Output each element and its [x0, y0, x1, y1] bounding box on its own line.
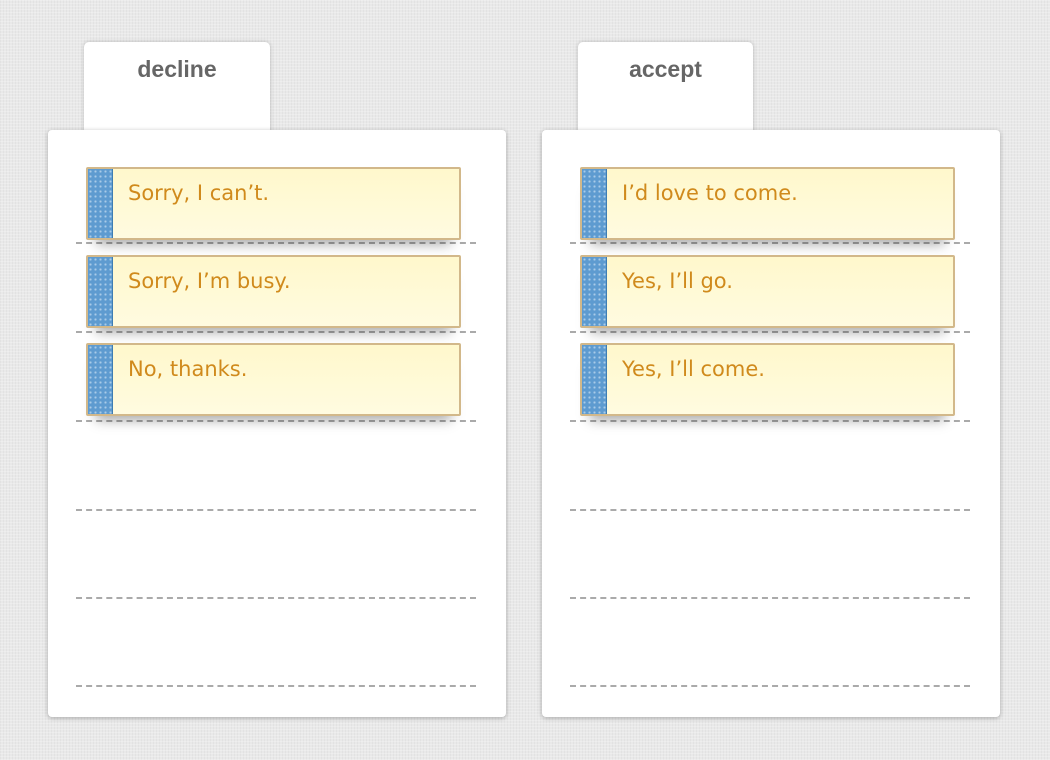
- slot-divider: [570, 242, 970, 244]
- draggable-card[interactable]: Sorry, I can’t.: [86, 167, 461, 240]
- tab-accept: accept: [578, 42, 753, 142]
- slot-divider: [570, 685, 970, 687]
- drag-handle-icon[interactable]: [88, 345, 113, 414]
- slot-divider: [76, 420, 476, 422]
- draggable-card[interactable]: Yes, I’ll go.: [580, 255, 955, 328]
- slot-divider: [570, 509, 970, 511]
- slot-divider: [76, 597, 476, 599]
- slot-divider: [570, 597, 970, 599]
- slot-divider: [570, 331, 970, 333]
- drag-handle-icon[interactable]: [88, 169, 113, 238]
- drag-handle-icon[interactable]: [582, 169, 607, 238]
- draggable-card[interactable]: I’d love to come.: [580, 167, 955, 240]
- card-text: I’d love to come.: [622, 181, 798, 205]
- draggable-card[interactable]: No, thanks.: [86, 343, 461, 416]
- drag-handle-icon[interactable]: [582, 345, 607, 414]
- draggable-card[interactable]: Yes, I’ll come.: [580, 343, 955, 416]
- draggable-card[interactable]: Sorry, I’m busy.: [86, 255, 461, 328]
- tab-decline: decline: [84, 42, 270, 142]
- slot-divider: [76, 685, 476, 687]
- card-text: Yes, I’ll go.: [622, 269, 733, 293]
- slot-divider: [76, 509, 476, 511]
- card-text: Sorry, I can’t.: [128, 181, 270, 205]
- drag-handle-icon[interactable]: [582, 257, 607, 326]
- drop-panel-accept[interactable]: I’d love to come. Yes, I’ll go. Yes, I’l…: [542, 130, 1000, 717]
- slot-divider: [76, 331, 476, 333]
- card-text: Sorry, I’m busy.: [128, 269, 291, 293]
- drag-handle-icon[interactable]: [88, 257, 113, 326]
- slot-divider: [76, 242, 476, 244]
- slot-divider: [570, 420, 970, 422]
- card-text: Yes, I’ll come.: [622, 357, 765, 381]
- card-text: No, thanks.: [128, 357, 248, 381]
- drop-panel-decline[interactable]: Sorry, I can’t. Sorry, I’m busy. No, tha…: [48, 130, 506, 717]
